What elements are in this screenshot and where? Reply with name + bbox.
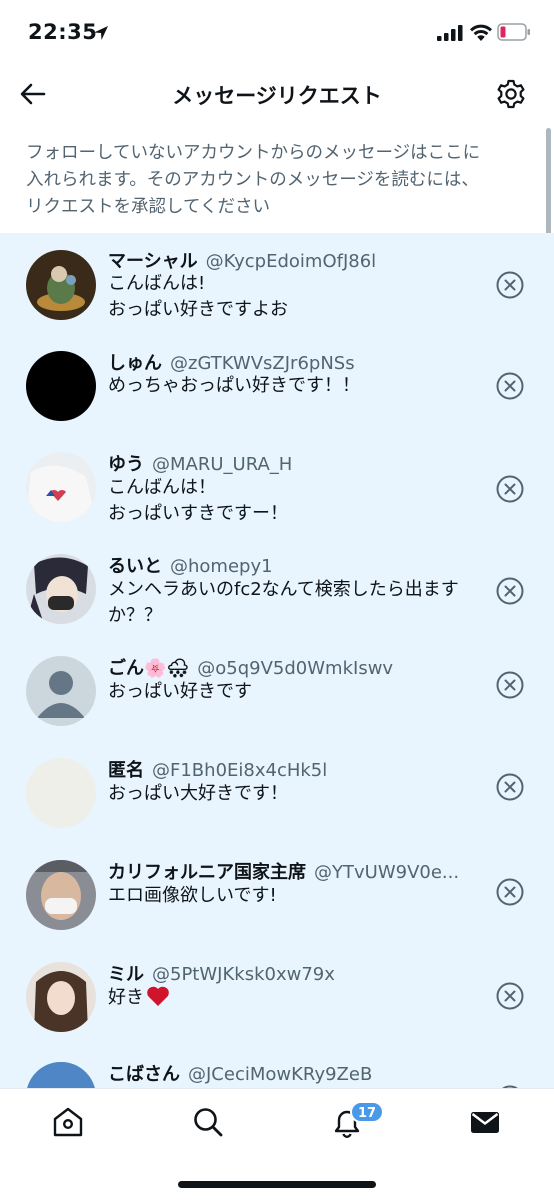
message-preview: メンヘラあいのfc2なんて検索したら出ます か？？ <box>108 577 488 629</box>
message-line: おっぱいすきですー！ <box>108 503 288 524</box>
message-preview: おっぱい好きです <box>108 679 488 705</box>
description-line: リクエストを承認してください <box>26 197 270 217</box>
sender-handle: @MARU_URA_H <box>152 454 293 475</box>
dismiss-icon[interactable] <box>495 981 525 1011</box>
dismiss-icon[interactable] <box>495 670 525 700</box>
sender-name: こばさん <box>108 1064 180 1085</box>
dismiss-icon[interactable] <box>495 474 525 504</box>
avatar <box>26 554 96 624</box>
sender-handle: @F1Bh0Ei8x4cHk5l <box>152 760 328 781</box>
message-request-row[interactable]: こばさん @JCeciMowKRy9ZeB <box>0 1049 554 1088</box>
location-arrow-icon <box>94 26 108 40</box>
avatar <box>26 656 96 726</box>
message-line: メンヘラあいのfc2なんて検索したら出ます <box>108 579 459 600</box>
sender-handle: @o5q9V5d0WmkIswv <box>197 658 394 679</box>
dismiss-icon[interactable] <box>495 371 525 401</box>
status-time: 22:35 <box>28 20 98 44</box>
row-header: ゆう @MARU_URA_H <box>108 450 478 476</box>
message-request-row[interactable]: ゆう @MARU_URA_H こんばんは！ おっぱいすきですー！ <box>0 437 554 539</box>
sender-name: 匿名 <box>108 760 144 781</box>
row-header: カリフォルニア国家主席 @YTvUW9V0e... <box>108 858 478 884</box>
message-line: こんばんは! <box>108 273 206 294</box>
status-bar: 22:35 <box>0 0 554 66</box>
home-indicator <box>178 1181 376 1188</box>
sender-handle: @KycpEdoimOfJ86l <box>205 251 377 272</box>
sender-name: ゆう <box>108 454 144 475</box>
header: メッセージリクエスト <box>0 66 554 124</box>
dismiss-icon[interactable] <box>495 576 525 606</box>
sender-handle: @YTvUW9V0e... <box>314 862 460 883</box>
message-line: エロ画像欲しいです! <box>108 885 277 906</box>
cellular-signal-icon <box>437 25 463 41</box>
home-icon[interactable] <box>51 1105 85 1139</box>
message-preview: 好き <box>108 985 488 1011</box>
row-header: 匿名 @F1Bh0Ei8x4cHk5l <box>108 756 478 782</box>
row-header: るいと @homepy1 <box>108 552 478 578</box>
wifi-icon <box>470 24 492 41</box>
sender-handle: @zGTKWVsZJr6pNSs <box>170 353 355 374</box>
sender-name: しゅん <box>108 353 162 374</box>
sender-handle: @5PtWJKksk0xw79x <box>152 964 335 985</box>
gear-icon[interactable] <box>495 78 527 110</box>
message-request-row[interactable]: カリフォルニア国家主席 @YTvUW9V0e... エロ画像欲しいです! <box>0 845 554 947</box>
avatar <box>26 250 96 320</box>
message-preview: おっぱい大好きです！ <box>108 781 488 807</box>
sender-name: るいと <box>108 556 162 577</box>
heart-icon <box>147 986 169 1006</box>
sender-name: ミル <box>108 964 144 985</box>
message-preview: めっちゃおっぱい好きです！！ <box>108 373 488 399</box>
message-request-row[interactable]: るいと @homepy1 メンヘラあいのfc2なんて検索したら出ます か？？ <box>0 539 554 641</box>
row-header: ごん🌸🌨 @o5q9V5d0WmkIswv <box>108 654 478 680</box>
row-header: マーシャル @KycpEdoimOfJ86l <box>108 247 478 273</box>
description-line: 入れられます。そのアカウントのメッセージを読むには、 <box>26 170 479 190</box>
avatar <box>26 860 96 930</box>
message-line: 好き <box>108 987 144 1008</box>
sender-handle: @JCeciMowKRy9ZeB <box>188 1064 373 1085</box>
message-request-row[interactable]: しゅん @zGTKWVsZJr6pNSs めっちゃおっぱい好きです！！ <box>0 335 554 437</box>
message-line: こんばんは！ <box>108 477 216 498</box>
avatar <box>26 351 96 421</box>
message-preview: エロ画像欲しいです! <box>108 883 488 909</box>
message-request-list: マーシャル @KycpEdoimOfJ86l こんばんは! おっぱい好きですよお … <box>0 233 554 1088</box>
avatar <box>26 1062 96 1088</box>
row-header: こばさん @JCeciMowKRy9ZeB <box>108 1060 478 1086</box>
row-header: しゅん @zGTKWVsZJr6pNSs <box>108 349 478 375</box>
message-preview: こんばんは！ おっぱいすきですー！ <box>108 475 488 527</box>
message-line: めっちゃおっぱい好きです！！ <box>108 375 360 396</box>
message-line: おっぱい大好きです！ <box>108 783 288 804</box>
description-line: フォローしていないアカウントからのメッセージはここに <box>26 143 481 163</box>
sender-name: マーシャル <box>108 251 198 272</box>
sender-name: ごん🌸🌨 <box>108 658 190 679</box>
sender-name: カリフォルニア国家主席 <box>108 862 306 883</box>
search-icon[interactable] <box>191 1105 225 1139</box>
message-line: おっぱい好きです <box>108 681 252 702</box>
row-header: ミル @5PtWJKksk0xw79x <box>108 960 478 986</box>
dismiss-icon[interactable] <box>495 877 525 907</box>
messages-icon[interactable] <box>468 1105 502 1139</box>
message-line: おっぱい好きですよお <box>108 299 288 320</box>
sender-handle: @homepy1 <box>170 556 273 577</box>
dismiss-icon[interactable] <box>495 270 525 300</box>
dismiss-icon[interactable] <box>495 772 525 802</box>
message-request-row[interactable]: ごん🌸🌨 @o5q9V5d0WmkIswv おっぱい好きです <box>0 641 554 743</box>
battery-icon <box>497 23 530 41</box>
message-line: か？？ <box>108 605 162 626</box>
message-request-row[interactable]: マーシャル @KycpEdoimOfJ86l こんばんは! おっぱい好きですよお <box>0 233 554 335</box>
message-preview: こんばんは! おっぱい好きですよお <box>108 271 488 323</box>
requests-description: フォローしていないアカウントからのメッセージはここに 入れられます。そのアカウン… <box>26 140 530 221</box>
avatar <box>26 758 96 828</box>
notifications-badge: 17 <box>350 1101 385 1123</box>
avatar <box>26 452 96 522</box>
avatar <box>26 962 96 1032</box>
message-request-row[interactable]: 匿名 @F1Bh0Ei8x4cHk5l おっぱい大好きです！ <box>0 743 554 845</box>
page-title: メッセージリクエスト <box>172 84 382 108</box>
message-request-row[interactable]: ミル @5PtWJKksk0xw79x 好き <box>0 947 554 1049</box>
